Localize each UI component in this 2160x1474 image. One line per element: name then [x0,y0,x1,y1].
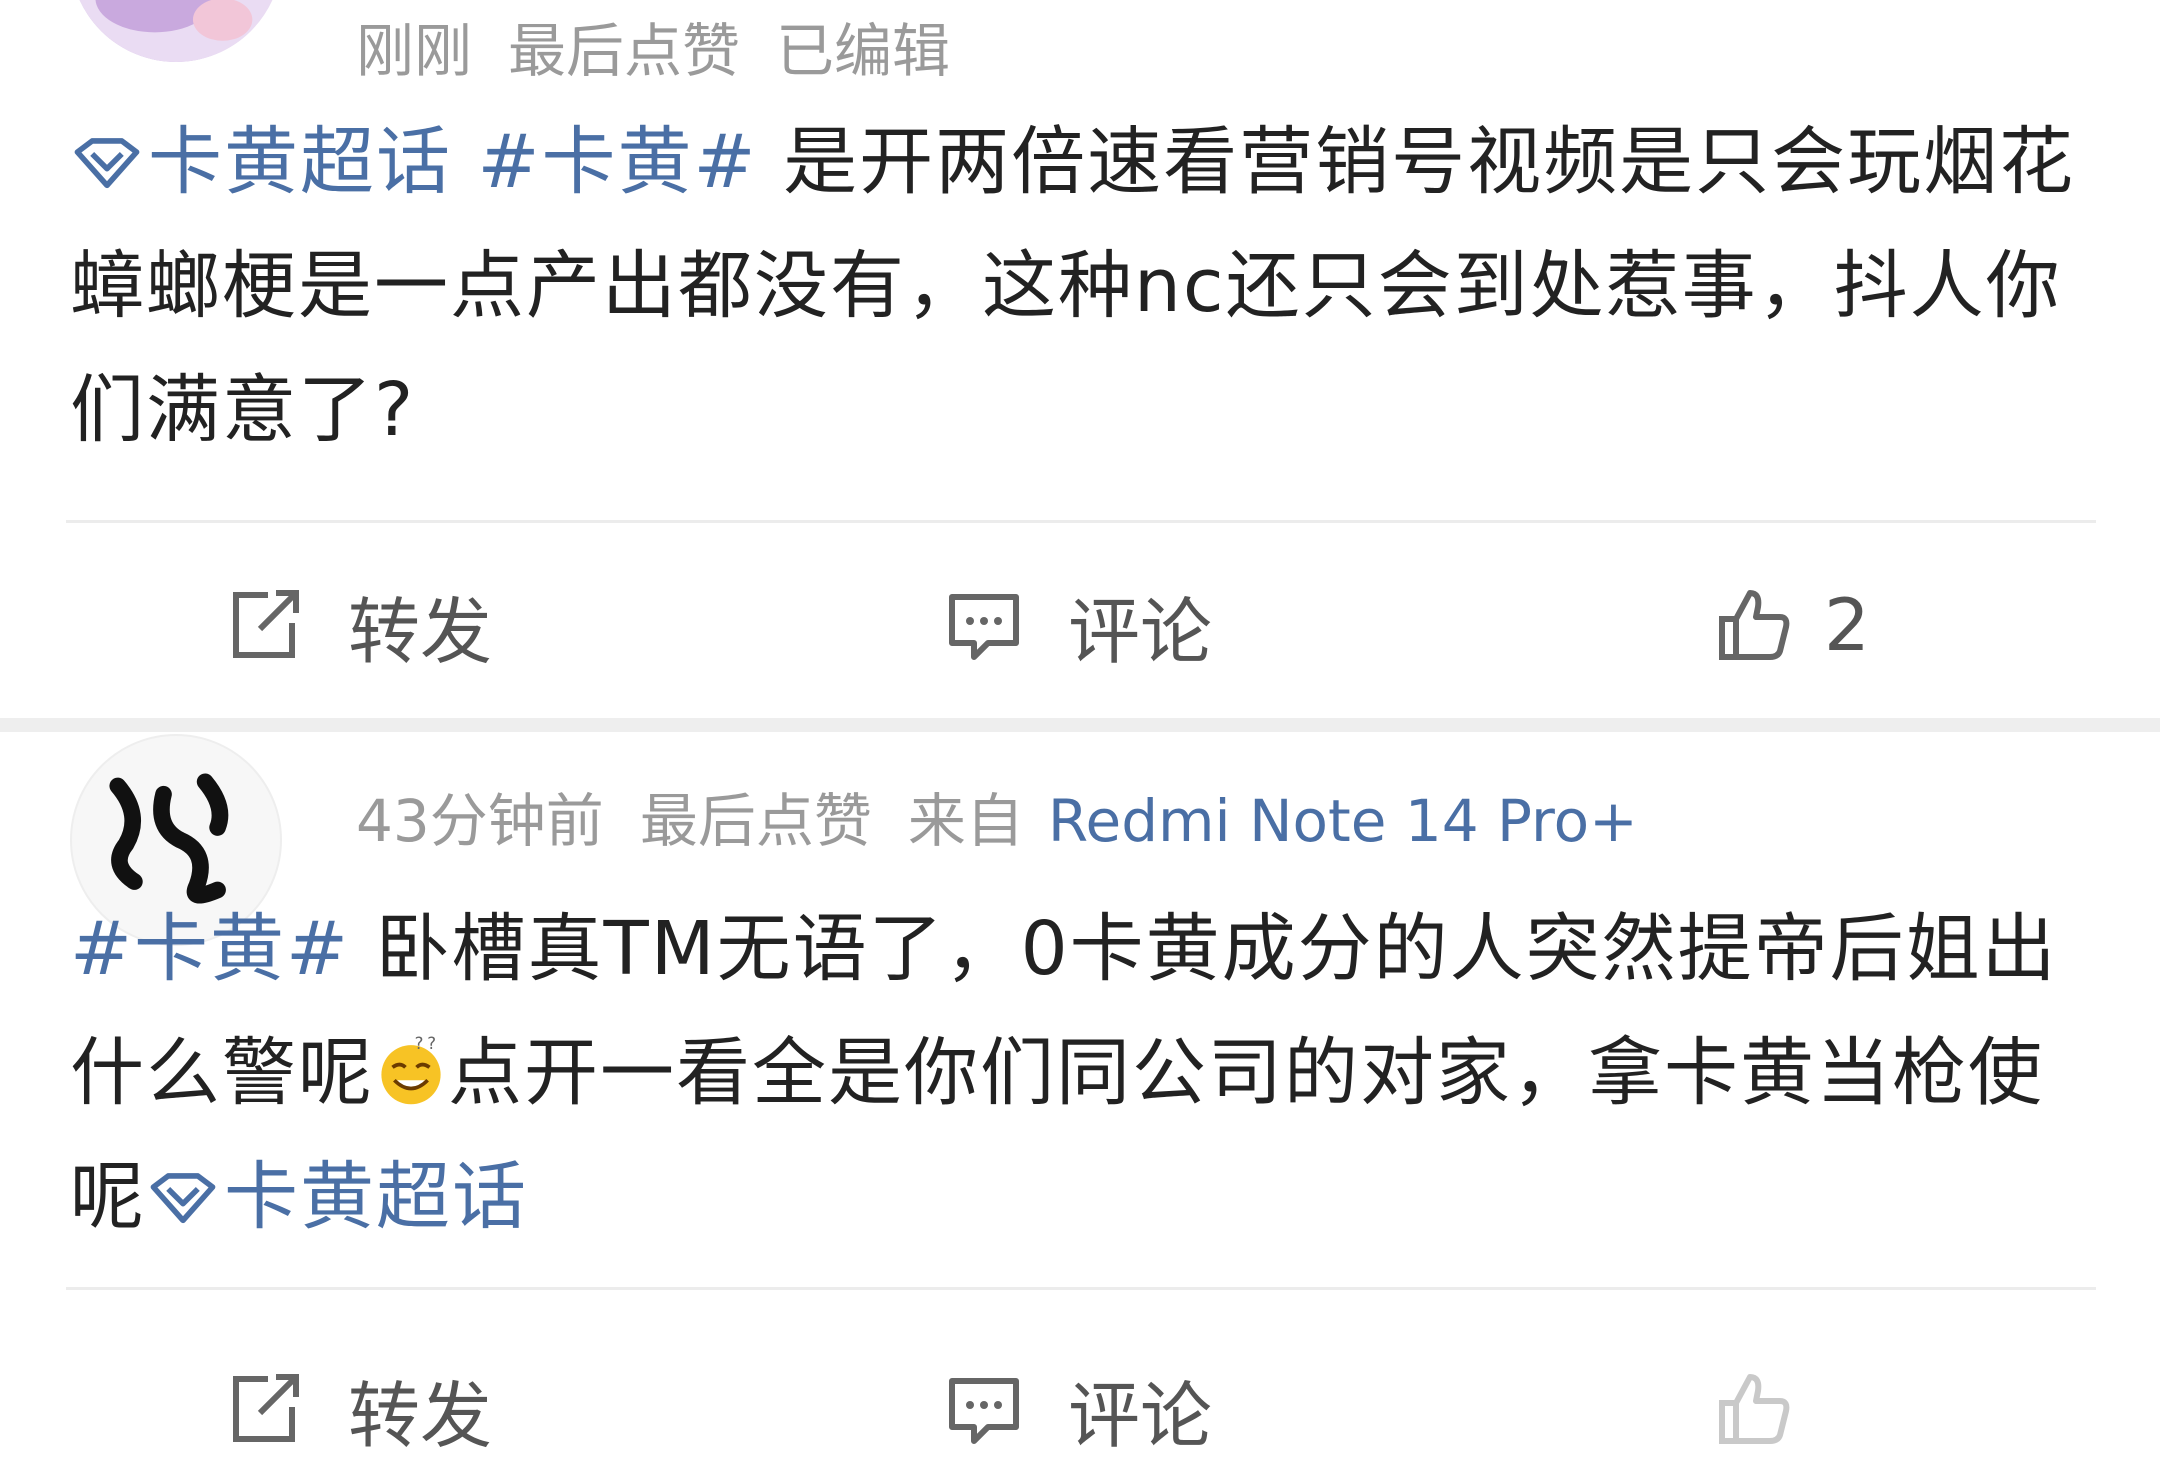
post-meta: 刚刚 最后点赞 已编辑 [356,4,986,88]
device-link[interactable]: Redmi Note 14 Pro+ [1048,787,1638,855]
divider [66,520,2096,523]
comment-label: 评论 [1068,1373,1213,1458]
supertopic-icon [150,1173,216,1224]
hashtag-link[interactable]: #卡黄# [478,119,758,205]
supertopic-label: 卡黄超话 [224,1154,528,1240]
post-content: #卡黄# 卧槽真TM无语了，0卡黄成分的人突然提帝后姐出什么警呢?? 点开一看全是… [70,887,2100,1259]
repost-button[interactable]: 转发 [224,560,492,690]
last-like-label: 最后点赞 [639,787,872,855]
post-meta: 43分钟前 最后点赞 来自 Redmi Note 14 Pro+ [356,774,1674,858]
comment-icon [949,1378,1019,1444]
like-count: 2 [1824,583,1870,667]
hashtag-link[interactable]: #卡黄# [70,906,350,992]
last-like-label: 最后点赞 [508,17,741,85]
repost-icon [233,1374,299,1442]
like-button[interactable]: 2 [1714,560,1870,690]
divider [66,1287,2096,1290]
thumbs-up-icon [1719,1374,1790,1444]
comment-button[interactable]: 评论 [944,560,1212,690]
supertopic-label: 卡黄超话 [148,119,452,205]
post-separator [0,718,2160,732]
supertopic-icon [74,138,140,189]
dizzy-smile-emoji-icon: ?? [381,1034,441,1105]
thumbs-up-icon [1719,590,1790,660]
action-bar: 转发 评论 2 [0,560,2160,690]
edited-label[interactable]: 已编辑 [776,17,950,85]
post-content: 卡黄超话 #卡黄# 是开两倍速看营销号视频是只会玩烟花蟑螂梗是一点产出都没有，这… [70,100,2100,472]
svg-text:??: ?? [415,1034,440,1053]
avatar[interactable] [70,0,282,62]
repost-label: 转发 [348,589,493,674]
post-time: 43分钟前 [356,787,604,855]
supertopic-link[interactable]: 卡黄超话 [70,119,452,205]
supertopic-link[interactable]: 卡黄超话 [146,1154,528,1240]
weibo-post: 刚刚 最后点赞 已编辑 卡黄超话 #卡黄# 是开两倍速看营销号视频是只会玩烟花蟑螂梗… [0,0,2160,718]
post-time: 刚刚 [356,17,473,85]
weibo-post: 43分钟前 最后点赞 来自 Redmi Note 14 Pro+ #卡黄# 卧槽真TM… [0,732,2160,1458]
source-label: 来自 [907,787,1024,855]
comment-label: 评论 [1068,589,1213,674]
repost-icon [233,590,299,658]
comment-icon [949,594,1019,660]
repost-label: 转发 [348,1373,493,1458]
